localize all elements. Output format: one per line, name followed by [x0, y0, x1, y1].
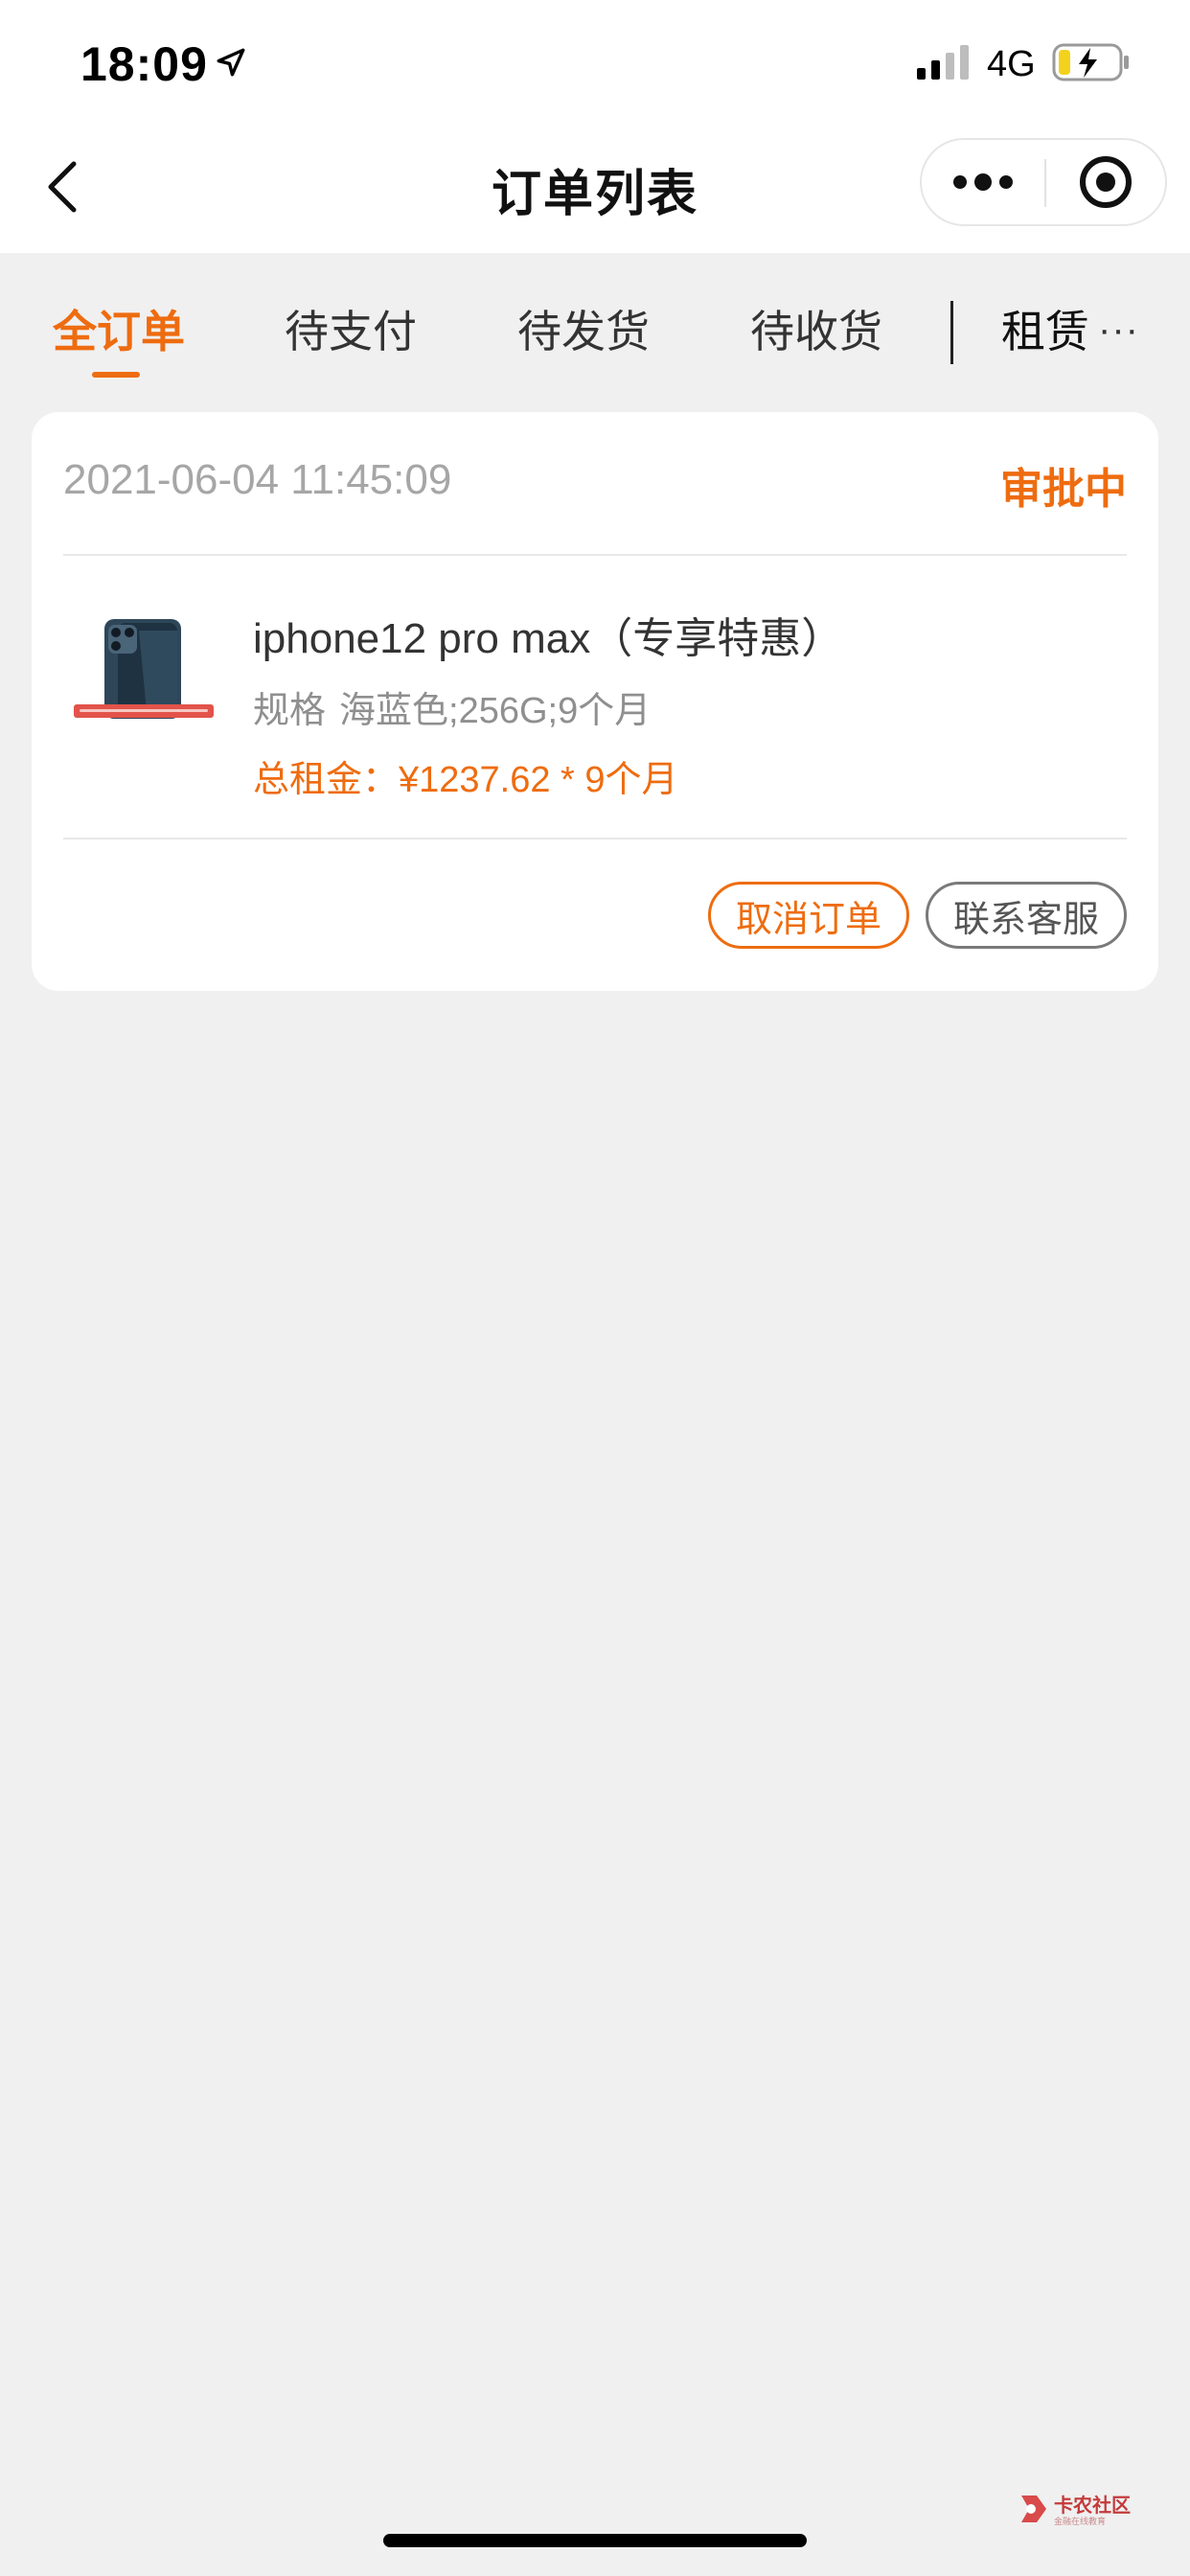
more-dots-icon	[953, 173, 1013, 191]
cancel-order-button[interactable]: 取消订单	[708, 882, 909, 949]
order-time: 2021-06-04 11:45:09	[63, 456, 452, 503]
tab-pending-receipt[interactable]: 待收货	[750, 297, 882, 360]
home-indicator[interactable]	[383, 2534, 807, 2547]
watermark-subtext: 金融在线教育	[1054, 2517, 1107, 2526]
card-divider	[63, 554, 1127, 556]
mini-program-capsule	[920, 138, 1167, 226]
product-spec: 规格 海蓝色;256G;9个月	[253, 680, 651, 733]
network-label: 4G	[987, 44, 1036, 84]
tab-rental[interactable]: 租赁	[1001, 297, 1089, 360]
watermark: 卡农社区 金融在线教育	[1018, 2490, 1142, 2530]
product-total-rent: 总租金：¥1237.62 * 9个月	[253, 760, 678, 800]
tab-all-orders[interactable]: 全订单	[53, 297, 185, 360]
contact-service-button[interactable]: 联系客服	[926, 882, 1127, 949]
tab-pending-payment[interactable]: 待支付	[285, 297, 417, 360]
product-name: iphone12 pro max（专享特惠）	[253, 615, 844, 662]
order-card[interactable]: 2021-06-04 11:45:09 审批中 iphone12 pro max…	[32, 412, 1158, 991]
tab-divider	[950, 301, 953, 364]
status-time: 18:09	[80, 37, 208, 91]
tab-more-button[interactable]: ···	[1098, 309, 1139, 352]
close-button[interactable]	[1046, 140, 1165, 224]
order-status: 审批中	[1000, 466, 1127, 513]
location-arrow-icon	[217, 48, 245, 77]
tab-pending-shipment[interactable]: 待发货	[517, 297, 650, 360]
battery-charging-icon	[1052, 43, 1129, 81]
signal-icon	[917, 45, 969, 80]
card-divider	[63, 838, 1127, 840]
order-tabs: 全订单 待支付 待发货 待收货 租赁 ···	[0, 286, 1190, 381]
spec-label: 规格	[253, 691, 327, 731]
product-image[interactable]	[70, 611, 216, 726]
watermark-logo-icon	[1021, 2496, 1046, 2522]
active-tab-indicator	[92, 372, 140, 378]
more-button[interactable]	[922, 140, 1044, 224]
status-bar: 18:09 4G	[0, 0, 1190, 125]
nav-bar: 订单列表	[0, 125, 1190, 253]
target-close-icon	[1080, 156, 1132, 208]
watermark-text: 卡农社区	[1054, 2496, 1131, 2517]
spec-value: 海蓝色;256G;9个月	[339, 691, 652, 731]
